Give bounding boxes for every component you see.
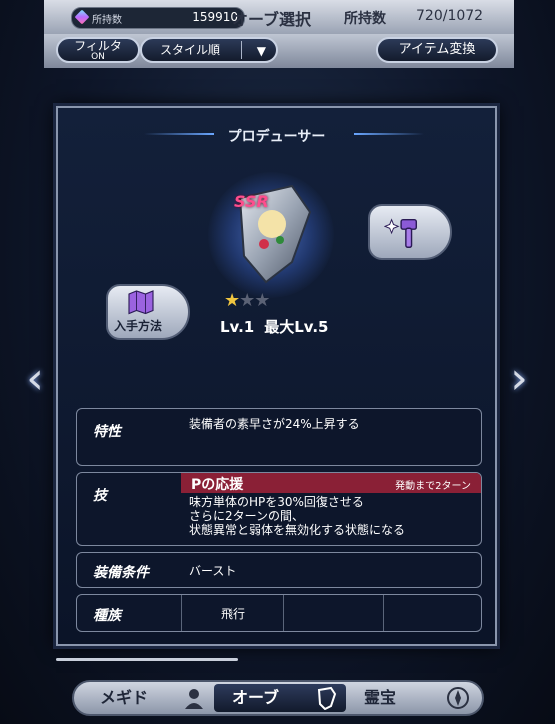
- skill-description: 味方単体のHPを30%回復させる さらに2ターンの間、 状態異常と弱体を無効化す…: [189, 495, 405, 537]
- skill-desc-line: 状態異常と弱体を無効化する状態になる: [189, 523, 406, 537]
- level-info: Lv.1 最大Lv.5: [220, 316, 339, 337]
- skill-header: Pの応援 発動まで2ターン: [181, 473, 481, 493]
- sort-dropdown[interactable]: スタイル順 ▼: [140, 37, 278, 63]
- enhance-button[interactable]: [368, 204, 452, 260]
- hammer-sparkle-icon: [384, 218, 418, 248]
- tab-treasure[interactable]: 霊宝: [346, 684, 478, 712]
- owned-label: 所持数: [344, 11, 386, 27]
- trait-label: 特性: [93, 424, 121, 440]
- orb-select-screen: 所持数 159910 オーブ選択 所持数 720/1072 フィルタ ON スタ…: [0, 0, 555, 724]
- star-rating: ★★★: [224, 290, 270, 311]
- skill-desc-line: 味方単体のHPを30%回復させる: [189, 495, 364, 509]
- page-title: オーブ選択: [232, 10, 312, 29]
- tribe-value: 飛行: [220, 607, 245, 621]
- filter-button[interactable]: フィルタ ON: [56, 37, 140, 63]
- owned-count: 720/1072: [416, 8, 484, 24]
- star-empty-icon: ★: [239, 290, 255, 311]
- trait-row: 特性 装備者の素早さが24%上昇する: [76, 408, 482, 466]
- tribe-cell: [383, 595, 482, 631]
- person-icon: [185, 689, 203, 709]
- equip-condition-row: 装備条件 バースト: [76, 552, 482, 588]
- gem-counter: 所持数 159910: [71, 7, 245, 29]
- gem-icon: [74, 9, 90, 25]
- top-bar: 所持数 159910 オーブ選択 所持数 720/1072: [44, 0, 514, 36]
- map-icon: [128, 290, 154, 315]
- compass-icon: [447, 687, 469, 709]
- shield-icon: [317, 686, 337, 710]
- equip-condition-value: バースト: [189, 564, 237, 578]
- skill-cooldown: 発動まで2ターン: [395, 481, 471, 492]
- tribe-row: 種族 飛行: [76, 594, 482, 632]
- rarity-badge: SSR: [234, 192, 269, 211]
- next-arrow-icon[interactable]: ›: [506, 346, 532, 412]
- tribe-label: 種族: [93, 608, 121, 624]
- gems-label: 所持数: [92, 15, 122, 26]
- tribe-cell: 飛行: [181, 595, 284, 631]
- max-level: 最大Lv.5: [264, 318, 329, 336]
- tribe-cell: [283, 595, 384, 631]
- star-filled-icon: ★: [224, 290, 240, 311]
- bottom-tab-bar: メギド オーブ 霊宝: [72, 680, 484, 716]
- current-level: Lv.1: [220, 318, 255, 336]
- prev-arrow-icon[interactable]: ‹: [22, 346, 48, 412]
- skill-row: 技 Pの応援 発動まで2ターン 味方単体のHPを30%回復させる さらに2ターン…: [76, 472, 482, 546]
- trait-text: 装備者の素早さが24%上昇する: [189, 417, 360, 431]
- star-empty-icon: ★: [254, 290, 270, 311]
- title-ornament-right: [354, 133, 424, 135]
- tab-label: オーブ: [232, 688, 280, 707]
- orb-detail-dialog: プロデューサー SSR 入手方法 ★★★ Lv.1 最大Lv.5 特性 装備者の…: [56, 106, 497, 646]
- equip-condition-label: 装備条件: [93, 565, 149, 581]
- scrollbar[interactable]: [56, 658, 238, 661]
- item-exchange-button[interactable]: アイテム変換: [376, 37, 498, 63]
- filter-state: ON: [91, 52, 105, 62]
- skill-name: Pの応援: [191, 477, 244, 493]
- acquisition-method-button[interactable]: 入手方法: [106, 284, 190, 340]
- filter-label: フィルタ: [74, 39, 122, 53]
- skill-label: 技: [93, 488, 107, 504]
- tab-megido[interactable]: メギド: [82, 684, 214, 712]
- sort-label: スタイル順: [160, 43, 221, 57]
- orb-name: プロデューサー: [227, 129, 326, 145]
- tab-label: 霊宝: [364, 688, 397, 707]
- skill-desc-line: さらに2ターンの間、: [189, 509, 305, 523]
- tab-orb[interactable]: オーブ: [214, 684, 346, 712]
- acquisition-method-label: 入手方法: [114, 319, 163, 333]
- control-bar: フィルタ ON スタイル順 ▼ アイテム変換: [44, 34, 514, 68]
- chevron-down-icon: ▼: [256, 44, 266, 58]
- sort-divider: [241, 41, 242, 59]
- tab-label: メギド: [100, 688, 149, 707]
